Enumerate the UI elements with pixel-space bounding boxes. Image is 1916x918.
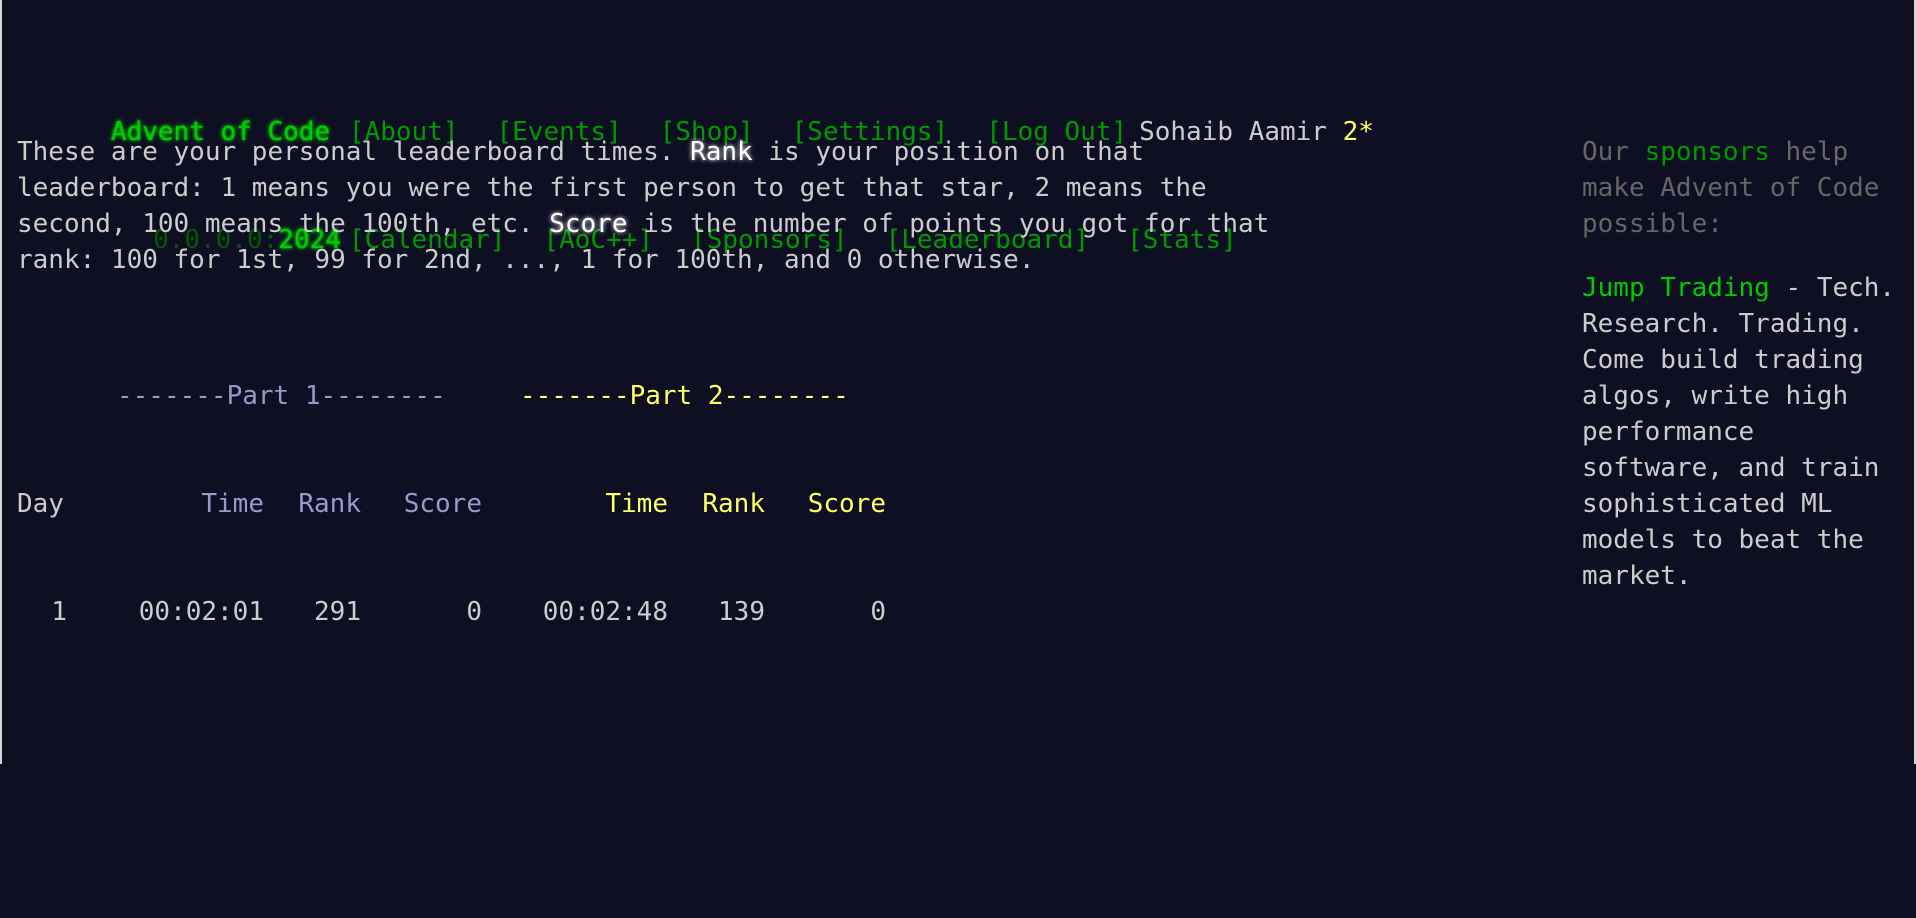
p2-rank-cell: 139 [718,597,765,627]
p1-score-cell: 0 [466,597,482,627]
part1-header: -------Part 1-------- [117,381,446,411]
part2-header: -------Part 2-------- [520,381,849,411]
table-row: 1 00:02:01 291 0 00:02:48 139 0 [17,594,886,630]
page: Advent of Code [About] [Events] [Shop] [Sett… [2,0,1914,764]
p2-score-header: Score [807,489,886,519]
sponsor-entry: Jump Trading - Tech. Research. Trading. … [1582,270,1902,594]
p1-score-header: Score [403,489,482,519]
p1-rank-cell: 291 [314,597,361,627]
rank-term: Rank [690,137,753,167]
user-star-count: 2* [1342,117,1374,147]
sponsor-dash: - [1769,273,1817,303]
sponsor-lead: Our sponsors help make Advent of Code po… [1582,134,1902,242]
score-term: Score [549,209,628,239]
p2-score-cell: 0 [870,597,886,627]
intro-text-1: These are your personal leaderboard time… [17,137,691,167]
personal-times-table: -------Part 1-------- -------Part 2-----… [17,306,886,702]
p2-rank-header: Rank [702,489,765,519]
part-header-row: -------Part 1-------- -------Part 2-----… [17,378,849,414]
p1-time-cell: 00:02:01 [138,597,264,627]
p2-time-cell: 00:02:48 [542,597,668,627]
column-header-row: Day Time Rank Score Time Rank Score [17,486,886,522]
day-cell: 1 [51,597,67,627]
sponsor-sidebar: Our sponsors help make Advent of Code po… [1582,134,1902,594]
col-day-header: Day [17,489,64,519]
p1-time-header: Time [201,489,264,519]
header-row-top: Advent of Code [About] [Events] [Shop] [Sett… [17,78,1374,147]
window-edge-left [0,0,2,764]
p1-rank-header: Rank [298,489,361,519]
sponsor-description: Tech. Research. Trading. Come build trad… [1582,273,1896,591]
sponsors-link[interactable]: sponsors [1645,137,1770,167]
intro-paragraph: These are your personal leaderboard time… [17,134,1297,278]
p2-time-header: Time [605,489,668,519]
sponsor-lead-text: Our [1582,137,1645,167]
sponsor-jump-trading-link[interactable]: Jump Trading [1582,273,1770,303]
